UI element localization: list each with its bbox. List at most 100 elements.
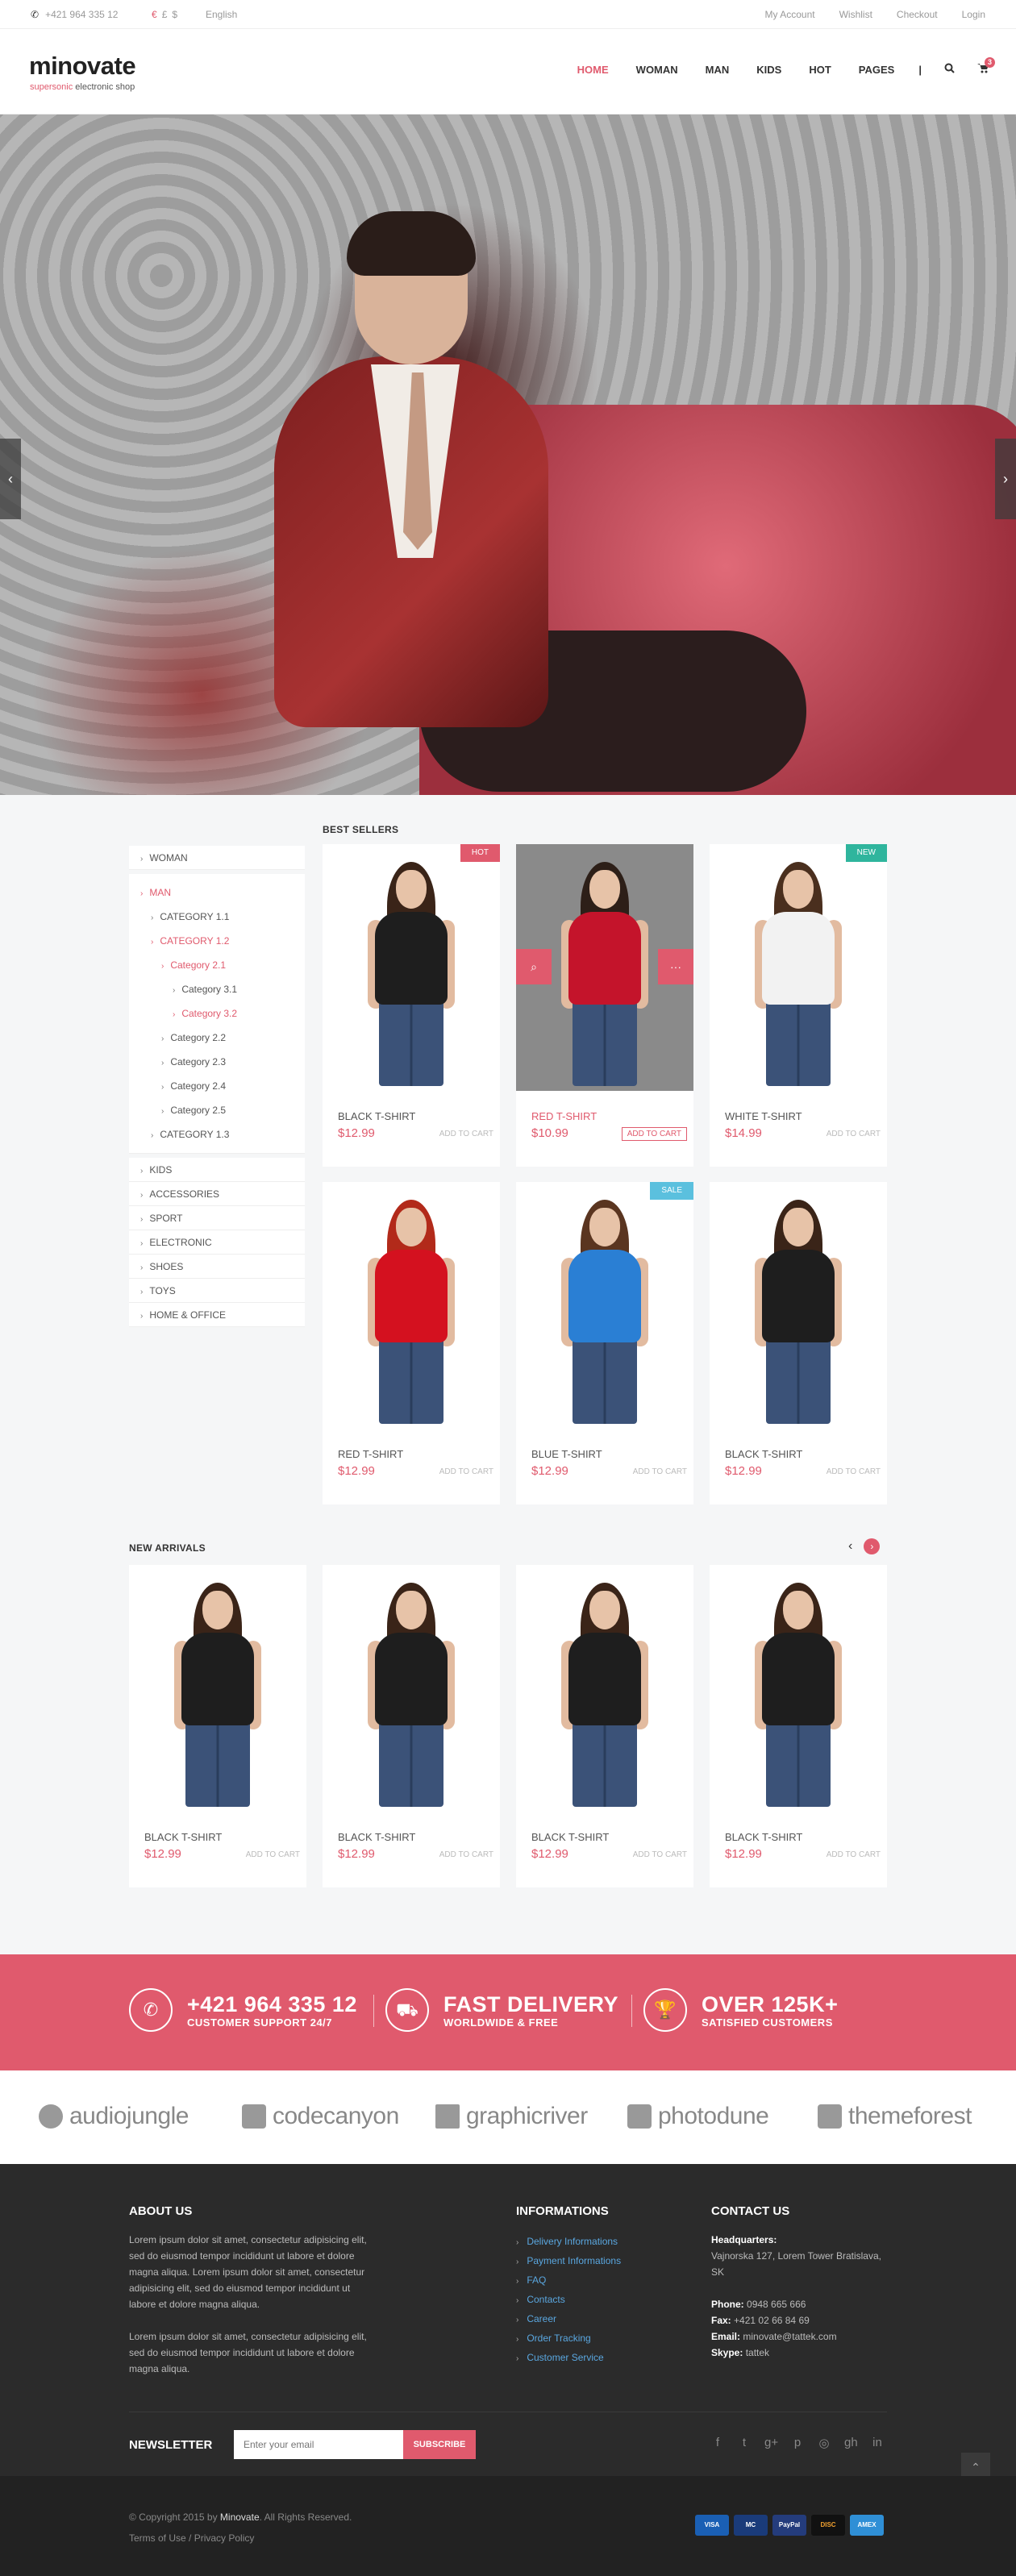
- product-image[interactable]: [323, 1182, 500, 1429]
- product-name[interactable]: BLACK T-SHIRT: [531, 1831, 609, 1843]
- sidebar-subitem[interactable]: › CATEGORY 1.1: [129, 905, 305, 929]
- checkout-link[interactable]: Checkout: [897, 9, 938, 20]
- add-to-cart-button[interactable]: ADD TO CART: [827, 1130, 881, 1138]
- footer-info-link[interactable]: › FAQ: [516, 2270, 621, 2290]
- product-card[interactable]: NEW WHITE T-SHIRT $14.99 ADD TO CART: [710, 844, 887, 1167]
- product-image[interactable]: [129, 1565, 306, 1812]
- my-account-link[interactable]: My Account: [765, 9, 815, 20]
- footer-info-link[interactable]: › Payment Informations: [516, 2251, 621, 2270]
- footer-info-link[interactable]: › Career: [516, 2309, 621, 2328]
- product-name[interactable]: RED T-SHIRT: [338, 1448, 403, 1460]
- product-name[interactable]: RED T-SHIRT: [531, 1110, 597, 1122]
- nav-woman[interactable]: WOMAN: [636, 64, 678, 76]
- brand-graphicriver[interactable]: graphicriver: [435, 2103, 588, 2130]
- brand-themeforest[interactable]: themeforest: [818, 2103, 972, 2130]
- add-to-cart-button[interactable]: ADD TO CART: [439, 1467, 493, 1476]
- sidebar-item-accessories[interactable]: › ACCESSORIES: [129, 1182, 305, 1206]
- nav-hot[interactable]: HOT: [809, 64, 831, 76]
- google-plus-icon[interactable]: g+: [764, 2436, 778, 2450]
- product-name[interactable]: BLACK T-SHIRT: [725, 1448, 802, 1460]
- more-options-icon[interactable]: ···: [658, 949, 693, 984]
- product-name[interactable]: BLACK T-SHIRT: [338, 1110, 415, 1122]
- hero-slider[interactable]: ‹ ›: [0, 114, 1016, 795]
- product-card[interactable]: HOT BLACK T-SHIRT $12.99 ADD TO CART: [323, 844, 500, 1167]
- footer-info-link[interactable]: › Order Tracking: [516, 2328, 621, 2348]
- product-image[interactable]: [710, 844, 887, 1091]
- product-card[interactable]: BLACK T-SHIRT $12.99 ADD TO CART: [710, 1565, 887, 1887]
- zoom-icon[interactable]: ⌕: [516, 949, 552, 984]
- hero-next-arrow[interactable]: ›: [995, 439, 1016, 519]
- contact-email[interactable]: minovate@tattek.com: [743, 2331, 836, 2342]
- sidebar-subitem[interactable]: › Category 2.3: [129, 1050, 305, 1074]
- product-name[interactable]: BLACK T-SHIRT: [338, 1831, 415, 1843]
- facebook-icon[interactable]: f: [711, 2436, 724, 2450]
- wishlist-link[interactable]: Wishlist: [839, 9, 872, 20]
- newsletter-email-input[interactable]: [234, 2430, 403, 2459]
- add-to-cart-button[interactable]: ADD TO CART: [827, 1850, 881, 1859]
- add-to-cart-button[interactable]: ADD TO CART: [246, 1850, 300, 1859]
- product-name[interactable]: BLACK T-SHIRT: [144, 1831, 222, 1843]
- linkedin-icon[interactable]: in: [871, 2436, 884, 2450]
- cart-icon[interactable]: 3: [977, 57, 995, 76]
- github-icon[interactable]: gh: [844, 2436, 858, 2450]
- brand-photodune[interactable]: photodune: [627, 2103, 769, 2130]
- nav-pages[interactable]: PAGES: [859, 64, 895, 76]
- product-image[interactable]: ⌕ ···: [516, 844, 693, 1091]
- product-image[interactable]: [323, 844, 500, 1091]
- product-card[interactable]: BLACK T-SHIRT $12.99 ADD TO CART: [129, 1565, 306, 1887]
- nav-man[interactable]: MAN: [706, 64, 730, 76]
- add-to-cart-button[interactable]: ADD TO CART: [439, 1850, 493, 1859]
- sidebar-item-sport[interactable]: › SPORT: [129, 1206, 305, 1230]
- sidebar-subitem[interactable]: › Category 2.1: [129, 953, 305, 977]
- product-image[interactable]: [516, 1182, 693, 1429]
- sidebar-subitem[interactable]: › Category 3.2: [129, 1001, 305, 1026]
- twitter-icon[interactable]: t: [738, 2436, 751, 2450]
- pinterest-icon[interactable]: p: [791, 2436, 804, 2450]
- currency-gbp[interactable]: £: [162, 9, 168, 20]
- chevron-left-icon[interactable]: ‹: [848, 1539, 852, 1554]
- brand-codecanyon[interactable]: codecanyon: [242, 2103, 399, 2130]
- footer-info-link[interactable]: › Customer Service: [516, 2348, 621, 2367]
- add-to-cart-button[interactable]: ADD TO CART: [439, 1130, 493, 1138]
- privacy-link[interactable]: Privacy Policy: [194, 2532, 255, 2544]
- sidebar-subitem[interactable]: › CATEGORY 1.3: [129, 1122, 305, 1147]
- currency-usd[interactable]: $: [172, 9, 177, 20]
- product-name[interactable]: BLACK T-SHIRT: [725, 1831, 802, 1843]
- add-to-cart-button[interactable]: ADD TO CART: [633, 1467, 687, 1476]
- login-link[interactable]: Login: [962, 9, 985, 20]
- footer-info-link[interactable]: › Contacts: [516, 2290, 621, 2309]
- subscribe-button[interactable]: SUBSCRIBE: [403, 2430, 476, 2459]
- sidebar-subitem[interactable]: › Category 3.1: [129, 977, 305, 1001]
- sidebar-item-toys[interactable]: › TOYS: [129, 1279, 305, 1303]
- hero-prev-arrow[interactable]: ‹: [0, 439, 21, 519]
- product-card[interactable]: BLACK T-SHIRT $12.99 ADD TO CART: [710, 1182, 887, 1504]
- product-image[interactable]: [516, 1565, 693, 1812]
- chevron-right-icon[interactable]: ›: [864, 1538, 881, 1554]
- sidebar-item-kids[interactable]: › KIDS: [129, 1158, 305, 1182]
- footer-info-link[interactable]: › Delivery Informations: [516, 2232, 621, 2251]
- dribbble-icon[interactable]: ◎: [818, 2436, 831, 2450]
- brand-audiojungle[interactable]: audiojungle: [39, 2103, 189, 2130]
- logo[interactable]: minovate: [29, 52, 136, 81]
- product-name[interactable]: WHITE T-SHIRT: [725, 1110, 802, 1122]
- product-card[interactable]: BLACK T-SHIRT $12.99 ADD TO CART: [516, 1565, 693, 1887]
- sidebar-subitem[interactable]: › Category 2.2: [129, 1026, 305, 1050]
- product-card[interactable]: RED T-SHIRT $12.99 ADD TO CART: [323, 1182, 500, 1504]
- language-selector[interactable]: English: [206, 9, 237, 20]
- sidebar-item-woman[interactable]: › WOMAN: [129, 846, 305, 870]
- product-image[interactable]: [710, 1182, 887, 1429]
- product-card[interactable]: SALE BLUE T-SHIRT $12.99 ADD TO CART: [516, 1182, 693, 1504]
- add-to-cart-button[interactable]: ADD TO CART: [633, 1850, 687, 1859]
- product-card[interactable]: ⌕ ··· RED T-SHIRT $10.99 ADD TO CART: [516, 844, 693, 1167]
- product-name[interactable]: BLUE T-SHIRT: [531, 1448, 602, 1460]
- sidebar-subitem[interactable]: › Category 2.4: [129, 1074, 305, 1098]
- sidebar-item-man[interactable]: › MAN: [129, 880, 305, 905]
- sidebar-item-home-office[interactable]: › HOME & OFFICE: [129, 1303, 305, 1327]
- nav-kids[interactable]: KIDS: [756, 64, 781, 76]
- nav-home[interactable]: HOME: [577, 64, 609, 76]
- terms-link[interactable]: Terms of Use: [129, 2532, 186, 2544]
- product-image[interactable]: [710, 1565, 887, 1812]
- search-icon[interactable]: [944, 63, 955, 76]
- currency-eur[interactable]: €: [152, 9, 157, 20]
- add-to-cart-button[interactable]: ADD TO CART: [827, 1467, 881, 1476]
